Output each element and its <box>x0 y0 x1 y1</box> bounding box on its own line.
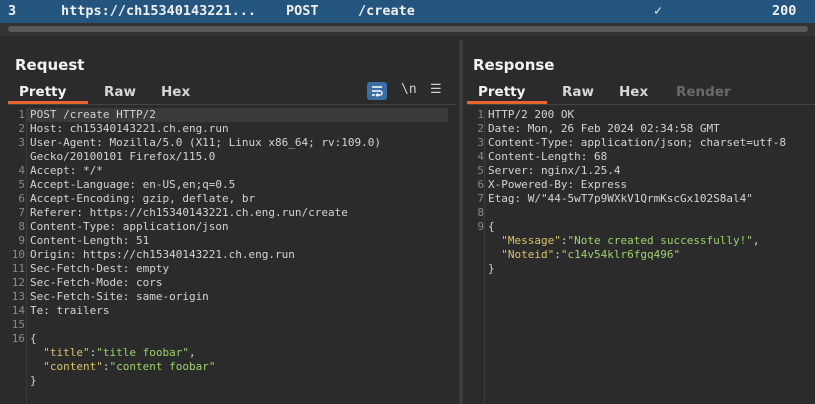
tab-response-hex[interactable]: Hex <box>619 83 648 105</box>
code-line: Sec-Fetch-Dest: empty <box>30 262 170 275</box>
code-line: { <box>488 220 495 233</box>
line-number: 5 <box>18 178 25 191</box>
code-line: Sec-Fetch-Site: same-origin <box>30 290 209 303</box>
line-number: 10 <box>11 248 25 261</box>
code-line: Etag: W/"44-5wT7p9WXkV1QrmKscGx102S8al4" <box>488 192 753 205</box>
json-property: "Noteid":"c14v54klr6fgq496" <box>501 248 681 261</box>
scrollbar-thumb[interactable] <box>8 26 808 32</box>
code-line: X-Powered-By: Express <box>488 178 628 191</box>
code-line: Date: Mon, 26 Feb 2024 02:34:58 GMT <box>488 122 720 135</box>
request-title: Request <box>15 56 85 74</box>
tab-response-raw[interactable]: Raw <box>562 83 594 105</box>
check-icon: ✓ <box>654 3 663 19</box>
json-key: "title" <box>43 346 90 359</box>
line-number: 13 <box>11 290 25 303</box>
json-value: "c14v54klr6fgq496" <box>560 248 681 261</box>
request-pane: Request Pretty Raw Hex \n ☰ 1 2 3 4 5 6 7 8 9 10 1… <box>0 40 459 404</box>
line-number: 7 <box>18 206 25 219</box>
line-number: 16 <box>11 332 25 345</box>
line-number: 1 <box>477 108 484 121</box>
line-number: 4 <box>18 164 25 177</box>
code-line: Te: trailers <box>30 304 110 317</box>
code-line: HTTP/2 200 OK <box>488 108 575 121</box>
history-status: 200 <box>772 3 797 19</box>
code-line: Accept-Encoding: gzip, deflate, br <box>30 192 256 205</box>
code-line: Content-Type: application/json; charset=… <box>488 136 787 149</box>
line-number: 5 <box>477 164 484 177</box>
json-key: "Noteid" <box>501 248 555 261</box>
line-number: 6 <box>477 178 484 191</box>
json-property: "Message":"Note created successfully!", <box>501 234 760 247</box>
line-number: 3 <box>18 136 25 149</box>
wrap-icon <box>372 86 383 97</box>
history-url: https://ch15340143221... <box>61 3 257 19</box>
line-number: 2 <box>18 122 25 135</box>
code-line: Accept: */* <box>30 164 103 177</box>
code-line: Sec-Fetch-Mode: cors <box>30 276 163 289</box>
request-code[interactable]: POST /create HTTP/2 Host: ch15340143221.c… <box>26 108 460 404</box>
json-value: "title foobar" <box>96 346 189 359</box>
line-number: 9 <box>477 220 484 233</box>
json-key: "Message" <box>501 234 561 247</box>
response-pane: Response Pretty Raw Hex Render 123456789… <box>463 40 815 404</box>
code-line: Content-Type: application/json <box>30 220 229 233</box>
tabs-separator <box>8 104 456 105</box>
code-line: POST /create HTTP/2 <box>30 108 156 121</box>
code-line: User-Agent: Mozilla/5.0 (X11; Linux x86_… <box>30 136 381 149</box>
line-number: 1 <box>18 108 25 121</box>
line-number: 11 <box>11 262 25 275</box>
line-number: 8 <box>477 206 484 219</box>
line-number: 6 <box>18 192 25 205</box>
show-newlines-button[interactable]: \n <box>401 82 417 100</box>
line-number: 4 <box>477 150 484 163</box>
line-number: 9 <box>18 234 25 247</box>
code-line: } <box>30 374 37 387</box>
response-title: Response <box>473 56 555 74</box>
line-number: 12 <box>11 276 25 289</box>
code-line: Gecko/20100101 Firefox/115.0 <box>30 150 216 163</box>
line-number: 8 <box>18 220 25 233</box>
code-line: Accept-Language: en-US,en;q=0.5 <box>30 178 236 191</box>
code-line: Content-Length: 51 <box>30 234 150 247</box>
code-line: Server: nginx/1.25.4 <box>488 164 621 177</box>
json-property: "content":"content foobar" <box>43 360 216 373</box>
request-editor[interactable]: 1 2 3 4 5 6 7 8 9 10 11 12 13 14 15 16 POST /create HTT… <box>0 108 459 404</box>
json-value: "content foobar" <box>109 360 216 373</box>
code-line: Origin: https://ch15340143221.ch.eng.run <box>30 248 295 261</box>
response-editor[interactable]: 123456789 HTTP/2 200 OK Date: Mon, 26 Feb… <box>463 108 815 404</box>
tab-request-raw[interactable]: Raw <box>104 83 136 105</box>
code-line: Content-Length: 68 <box>488 150 608 163</box>
wrap-lines-button[interactable] <box>367 82 387 100</box>
code-line: { <box>30 332 37 345</box>
tabs-separator <box>467 104 815 105</box>
tab-response-render[interactable]: Render <box>676 83 731 105</box>
line-number: 2 <box>477 122 484 135</box>
code-line: } <box>488 262 495 275</box>
history-row-selected[interactable]: 3 https://ch15340143221... POST /create … <box>0 0 815 23</box>
code-line: Host: ch15340143221.ch.eng.run <box>30 122 229 135</box>
history-method: POST <box>286 3 319 19</box>
line-number: 7 <box>477 192 484 205</box>
line-number: 15 <box>11 318 25 331</box>
json-property: "title":"title foobar", <box>43 346 196 359</box>
horizontal-scrollbar[interactable] <box>0 23 815 36</box>
json-value: "Note created successfully!" <box>567 234 753 247</box>
menu-icon[interactable]: ☰ <box>430 82 442 100</box>
line-number: 14 <box>11 304 25 317</box>
json-key: "content" <box>43 360 103 373</box>
history-path: /create <box>358 3 415 19</box>
response-code[interactable]: HTTP/2 200 OK Date: Mon, 26 Feb 2024 02:3… <box>484 108 815 404</box>
line-number: 3 <box>477 136 484 149</box>
tab-request-hex[interactable]: Hex <box>161 83 190 105</box>
code-line: Referer: https://ch15340143221.ch.eng.ru… <box>30 206 348 219</box>
history-index: 3 <box>8 3 17 19</box>
